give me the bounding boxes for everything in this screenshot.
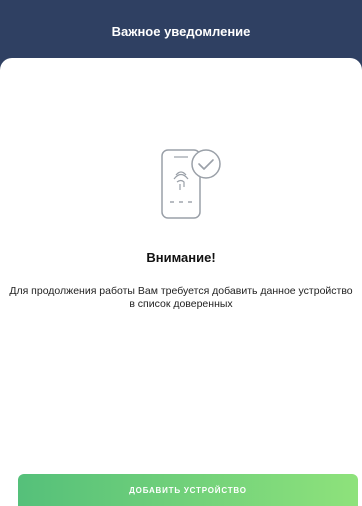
trusted-device-icon bbox=[154, 142, 230, 226]
notice-card bbox=[0, 58, 362, 506]
notification-screen: Важное уведомление Внимание! Для продолж… bbox=[0, 0, 362, 506]
notice-message: Для продолжения работы Вам требуется доб… bbox=[9, 285, 353, 310]
notice-title: Внимание! bbox=[146, 250, 216, 265]
page-title: Важное уведомление bbox=[111, 24, 251, 39]
add-device-button[interactable]: ДОБАВИТЬ УСТРОЙСТВО bbox=[18, 474, 358, 506]
